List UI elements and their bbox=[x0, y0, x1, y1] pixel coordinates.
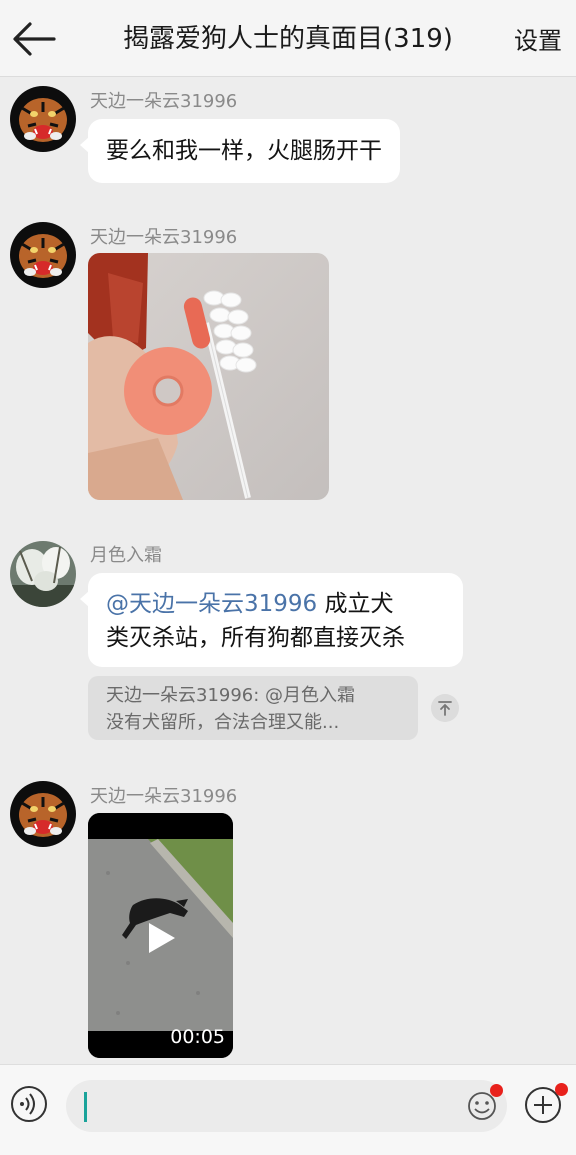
avatar[interactable] bbox=[10, 781, 76, 847]
quote-line: 没有犬留所，合法合理又能... bbox=[106, 712, 340, 733]
video-duration: 00:05 bbox=[170, 1026, 225, 1048]
mention-link[interactable]: @天边一朵云31996 bbox=[106, 591, 317, 617]
sender-name: 天边一朵云31996 bbox=[90, 227, 238, 248]
input-bar bbox=[0, 1064, 576, 1155]
avatar[interactable] bbox=[10, 222, 76, 288]
sender-name: 天边一朵云31996 bbox=[90, 786, 238, 807]
voice-icon[interactable] bbox=[10, 1085, 48, 1123]
chat-header: 揭露爱狗人士的真面目(319) 设置 bbox=[0, 0, 576, 77]
message-input[interactable] bbox=[66, 1080, 507, 1132]
chat-title: 揭露爱狗人士的真面目(319) bbox=[123, 24, 453, 54]
text-cursor bbox=[84, 1092, 87, 1122]
scroll-to-quote-icon[interactable] bbox=[431, 694, 459, 722]
message-bubble[interactable]: @天边一朵云31996 成立犬 类灭杀站，所有狗都直接灭杀 bbox=[80, 573, 463, 667]
settings-button[interactable]: 设置 bbox=[514, 0, 562, 76]
video-message[interactable]: 00:05 bbox=[88, 813, 233, 1058]
emoji-badge bbox=[490, 1084, 503, 1097]
play-icon[interactable] bbox=[147, 921, 177, 955]
message-line: @天边一朵云31996 成立犬 bbox=[106, 587, 445, 621]
message-text: 要么和我一样，火腿肠开干 bbox=[106, 138, 382, 164]
message-text: 类灭杀站，所有狗都直接灭杀 bbox=[106, 625, 405, 651]
plus-badge bbox=[555, 1083, 568, 1096]
quote-line: 天边一朵云31996: @月色入霜 bbox=[106, 685, 356, 706]
avatar[interactable] bbox=[10, 86, 76, 152]
sender-name: 天边一朵云31996 bbox=[90, 91, 238, 112]
message-bubble[interactable]: 要么和我一样，火腿肠开干 bbox=[80, 119, 400, 183]
image-message[interactable] bbox=[88, 253, 329, 500]
avatar[interactable] bbox=[10, 541, 76, 607]
message-text: 成立犬 bbox=[317, 591, 394, 617]
arrow-left-icon[interactable] bbox=[10, 20, 56, 58]
quoted-reply[interactable]: 天边一朵云31996: @月色入霜 没有犬留所，合法合理又能... bbox=[88, 676, 418, 740]
sender-name: 月色入霜 bbox=[90, 545, 162, 566]
